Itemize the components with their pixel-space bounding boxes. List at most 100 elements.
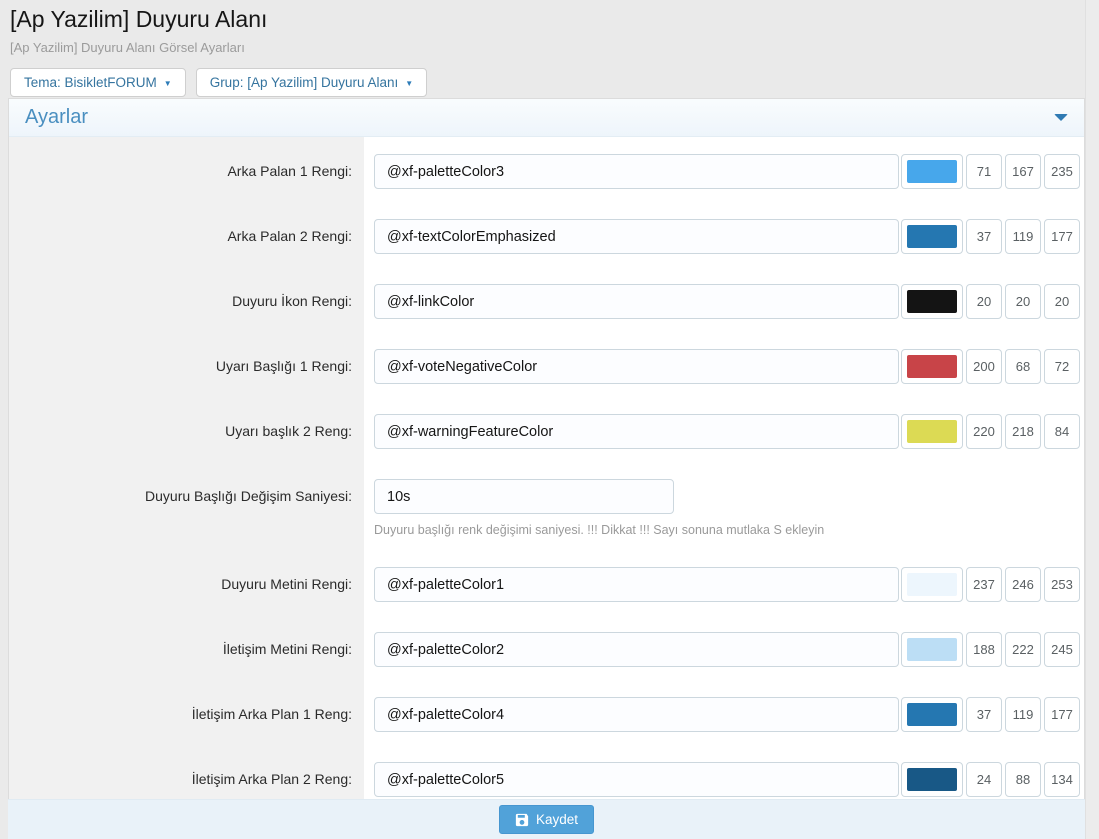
row-content: 37 119 177 [374,219,1080,254]
rgb-value: 24 [966,762,1002,797]
chevron-down-icon: ▼ [405,79,413,88]
color-swatch-fill [907,160,957,183]
row-label: Uyarı başlık 2 Reng: [9,414,364,449]
rgb-value: 37 [966,697,1002,732]
rgb-value: 200 [966,349,1002,384]
settings-rows: Arka Palan 1 Rengi: 71 167 235 Arka Pala… [9,137,1084,839]
color-swatch-fill [907,573,957,596]
rgb-value: 68 [1005,349,1041,384]
row-main: 220 218 84 [374,414,1080,449]
setting-input[interactable] [374,349,899,384]
color-swatch-fill [907,355,957,378]
swatch-group: 20 20 20 [899,284,1080,319]
save-bar: Kaydet [8,799,1085,839]
group-select-button[interactable]: Grup: [Ap Yazilim] Duyuru Alanı ▼ [196,68,428,97]
color-swatch[interactable] [901,284,963,319]
color-swatch-fill [907,420,957,443]
row-content: 20 20 20 [374,284,1080,319]
setting-row: Duyuru Metini Rengi: 237 246 253 [9,567,1084,602]
setting-row: Uyarı Başlığı 1 Rengi: 200 68 72 [9,349,1084,384]
group-select-label: Grup: [Ap Yazilim] Duyuru Alanı [210,75,399,90]
save-button[interactable]: Kaydet [499,805,594,834]
setting-input[interactable] [374,219,899,254]
row-main: 237 246 253 [374,567,1080,602]
setting-hint: Duyuru başlığı renk değişimi saniyesi. !… [374,523,824,537]
swatch-group: 37 119 177 [899,697,1080,732]
row-label: Arka Palan 1 Rengi: [9,154,364,189]
row-content: 71 167 235 [374,154,1080,189]
row-label: İletişim Arka Plan 1 Reng: [9,697,364,732]
collapse-chevron-icon[interactable] [1054,114,1068,121]
color-swatch[interactable] [901,762,963,797]
color-swatch[interactable] [901,697,963,732]
setting-input[interactable] [374,762,899,797]
setting-row: Duyuru Başlığı Değişim Saniyesi: Duyuru … [9,479,1084,537]
rgb-value: 188 [966,632,1002,667]
rgb-value: 218 [1005,414,1041,449]
settings-panel: Ayarlar Arka Palan 1 Rengi: 71 167 235 A… [8,98,1085,839]
setting-row: Duyuru İkon Rengi: 20 20 20 [9,284,1084,319]
swatch-group: 220 218 84 [899,414,1080,449]
swatch-group: 37 119 177 [899,219,1080,254]
row-main: 24 88 134 [374,762,1080,797]
page-title: [Ap Yazilim] Duyuru Alanı [10,6,1085,33]
color-swatch[interactable] [901,154,963,189]
row-main: 37 119 177 [374,697,1080,732]
row-label: Duyuru Başlığı Değişim Saniyesi: [9,479,364,514]
rgb-value: 119 [1005,219,1041,254]
row-content: 220 218 84 [374,414,1080,449]
setting-input[interactable] [374,479,674,514]
rgb-value: 37 [966,219,1002,254]
rgb-value: 84 [1044,414,1080,449]
toolbar: Tema: BisikletFORUM ▼ Grup: [Ap Yazilim]… [10,68,1085,97]
setting-row: İletişim Arka Plan 2 Reng: 24 88 134 [9,762,1084,797]
theme-select-button[interactable]: Tema: BisikletFORUM ▼ [10,68,186,97]
row-content: 37 119 177 [374,697,1080,732]
swatch-group: 24 88 134 [899,762,1080,797]
scrollbar-track[interactable] [1085,0,1099,839]
row-main: 188 222 245 [374,632,1080,667]
setting-input[interactable] [374,154,899,189]
row-label: Duyuru İkon Rengi: [9,284,364,319]
setting-input[interactable] [374,632,899,667]
setting-row: İletişim Metini Rengi: 188 222 245 [9,632,1084,667]
page-header: [Ap Yazilim] Duyuru Alanı [Ap Yazilim] D… [0,0,1099,97]
color-swatch[interactable] [901,567,963,602]
rgb-value: 88 [1005,762,1041,797]
swatch-group: 200 68 72 [899,349,1080,384]
color-swatch[interactable] [901,632,963,667]
row-main: 71 167 235 [374,154,1080,189]
row-content: 237 246 253 [374,567,1080,602]
rgb-value: 245 [1044,632,1080,667]
color-swatch-fill [907,703,957,726]
rgb-value: 20 [1044,284,1080,319]
theme-select-label: Tema: BisikletFORUM [24,75,157,90]
setting-input[interactable] [374,567,899,602]
row-label: Uyarı Başlığı 1 Rengi: [9,349,364,384]
swatch-group: 188 222 245 [899,632,1080,667]
row-content: Duyuru başlığı renk değişimi saniyesi. !… [374,479,824,537]
setting-row: Arka Palan 2 Rengi: 37 119 177 [9,219,1084,254]
swatch-group: 237 246 253 [899,567,1080,602]
rgb-value: 134 [1044,762,1080,797]
rgb-value: 177 [1044,219,1080,254]
color-swatch[interactable] [901,349,963,384]
settings-section-header[interactable]: Ayarlar [9,99,1084,137]
rgb-value: 246 [1005,567,1041,602]
setting-row: Uyarı başlık 2 Reng: 220 218 84 [9,414,1084,449]
rgb-value: 20 [1005,284,1041,319]
setting-input[interactable] [374,414,899,449]
row-content: 200 68 72 [374,349,1080,384]
color-swatch-fill [907,225,957,248]
rgb-value: 167 [1005,154,1041,189]
setting-input[interactable] [374,284,899,319]
setting-input[interactable] [374,697,899,732]
color-swatch-fill [907,768,957,791]
color-swatch-fill [907,638,957,661]
rgb-value: 119 [1005,697,1041,732]
color-swatch[interactable] [901,414,963,449]
swatch-group: 71 167 235 [899,154,1080,189]
color-swatch[interactable] [901,219,963,254]
rgb-value: 72 [1044,349,1080,384]
row-main: 200 68 72 [374,349,1080,384]
